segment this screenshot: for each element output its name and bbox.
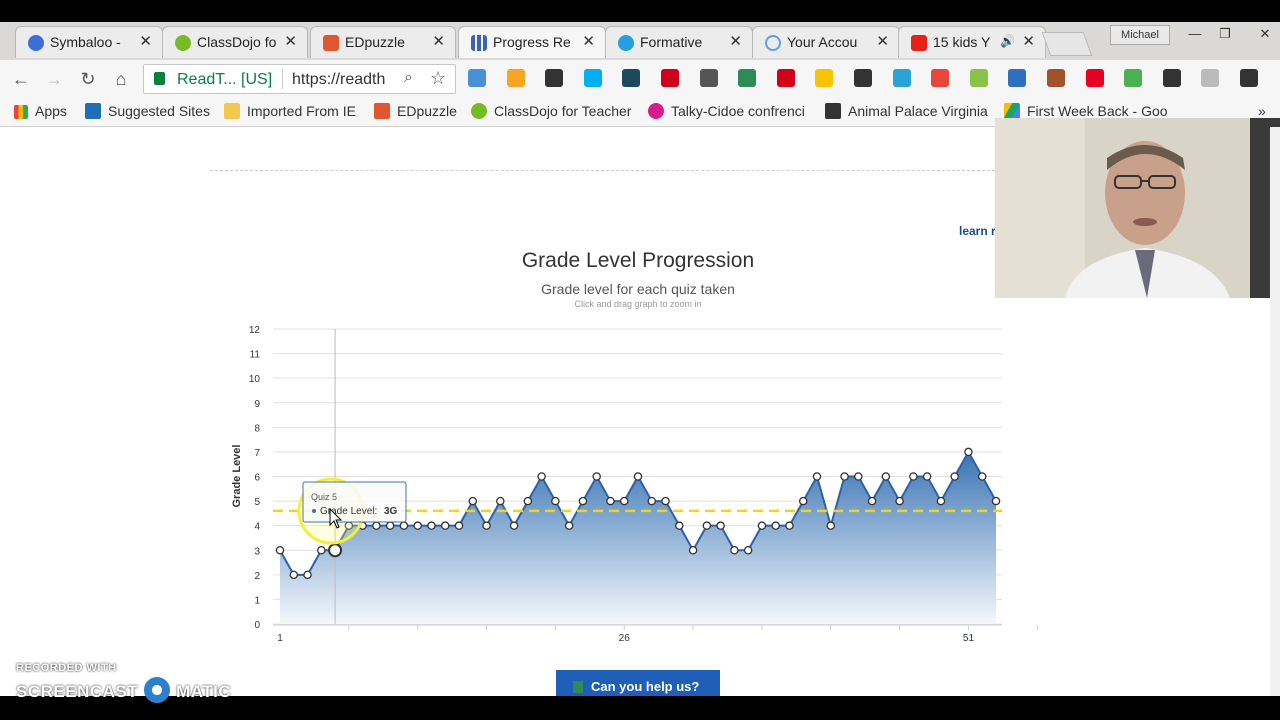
chart-title: Grade Level Progression [522,249,754,272]
data-point [867,496,877,506]
close-icon[interactable]: ✕ [582,32,595,50]
data-point [895,496,904,506]
data-point [854,472,863,481]
y-tick-label: 4 [254,522,260,533]
watermark-caption: RECORDED WITH [16,662,117,674]
screencast-logo-icon [144,677,171,703]
x-tick-label: 26 [619,633,631,644]
data-point [757,521,767,530]
y-tick-label: 12 [249,325,261,336]
data-point [743,546,753,555]
data-point [427,521,436,530]
y-tick-label: 10 [249,374,261,385]
y-tick-label: 11 [250,350,261,361]
y-tick-label: 7 [254,448,260,459]
data-point [399,521,409,530]
data-point [482,521,491,530]
y-tick-label: 9 [254,399,260,410]
data-point [328,543,343,558]
data-point [647,496,657,506]
tooltip-label: Grade Level: [320,506,377,517]
data-point [523,496,533,506]
data-point [771,521,780,530]
y-tick-label: 2 [254,571,260,582]
y-tick-label: 8 [254,423,260,434]
data-point [964,447,973,457]
webcam-overlay [995,118,1280,298]
data-point [826,521,836,530]
x-tick-label: 51 [963,633,975,644]
data-point [881,472,891,481]
data-point [606,496,615,506]
data-point [950,472,959,481]
help-icon [573,681,583,693]
data-point [564,521,574,530]
data-point [413,521,422,530]
data-point [275,546,285,555]
y-tick-label: 0 [254,620,260,631]
data-point [537,472,546,481]
data-point [716,521,725,530]
help-button-label: Can you help us? [591,679,700,694]
x-tick-label: 1 [277,633,283,644]
tab-progress-report[interactable]: Progress Re ✕ [458,26,606,58]
data-point [812,472,822,481]
chart-zoom-hint: Click and drag graph to zoom in [574,299,701,309]
watermark-right-word: MATIC [176,682,232,701]
data-point [702,521,712,530]
data-point [509,521,519,530]
webcam-video [995,118,1280,298]
data-point [661,496,670,506]
y-tick-label: 6 [254,473,260,484]
grade-level-chart[interactable]: Grade Level Progression Grade level for e… [0,0,1280,720]
tooltip-marker [312,509,316,513]
chart-subtitle: Grade level for each quiz taken [541,281,735,297]
data-point [578,496,588,506]
data-point [592,472,601,481]
tooltip-title: Quiz 5 [311,492,337,502]
watermark-left-word: SCREENCAST [16,682,139,701]
data-point [633,472,643,481]
y-tick-label: 5 [254,497,260,508]
data-point [496,496,505,506]
tooltip-value: 3G [384,506,398,517]
watermark-logo: SCREENCAST MATIC [16,677,231,703]
data-point [840,472,849,481]
y-tick-label: 3 [254,546,260,557]
data-point [688,546,698,555]
data-point [785,521,794,530]
data-point [289,570,299,580]
y-tick-label: 1 [254,595,260,606]
data-point [991,496,1001,506]
data-point [909,472,918,481]
data-point [303,570,312,580]
data-point [730,546,739,555]
data-point [922,472,932,481]
page-scrollbar[interactable] [1270,127,1280,696]
data-point [619,496,629,506]
screencast-watermark: RECORDED WITH SCREENCAST MATIC [16,662,231,703]
data-point [468,496,478,506]
data-point [977,472,987,481]
data-point [551,496,560,506]
data-point [440,521,450,530]
tab-label: Progress Re [493,34,571,50]
data-point [936,496,946,506]
data-point [675,521,684,530]
data-point [798,496,808,506]
data-point [385,521,395,530]
data-point [317,546,326,555]
data-point [454,521,464,530]
y-axis-label: Grade Level [231,445,243,508]
data-point [372,521,381,530]
progress-chart-icon [471,35,487,51]
